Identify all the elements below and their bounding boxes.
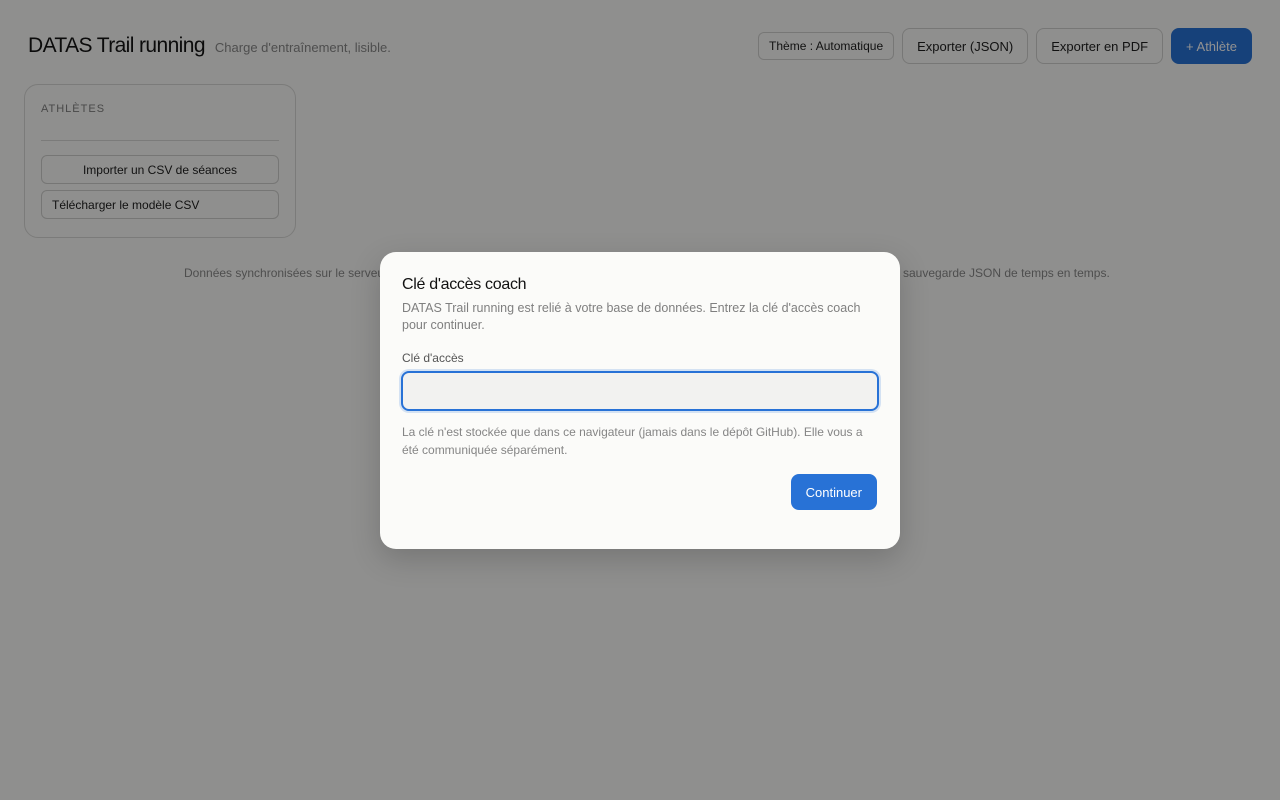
access-key-label: Clé d'accès	[402, 351, 464, 365]
dialog-description: DATAS Trail running est relié à votre ba…	[402, 301, 861, 332]
app-page: DATAS Trail running Charge d'entraînemen…	[0, 0, 1280, 800]
access-key-input[interactable]	[401, 371, 879, 411]
continue-button[interactable]: Continuer	[790, 474, 877, 510]
storage-hint: La clé n'est stockée que dans ce navigat…	[402, 425, 863, 457]
access-key-dialog: Clé d'accès coach DATAS Trail running es…	[380, 252, 900, 549]
dialog-title: Clé d'accès coach	[402, 276, 527, 293]
